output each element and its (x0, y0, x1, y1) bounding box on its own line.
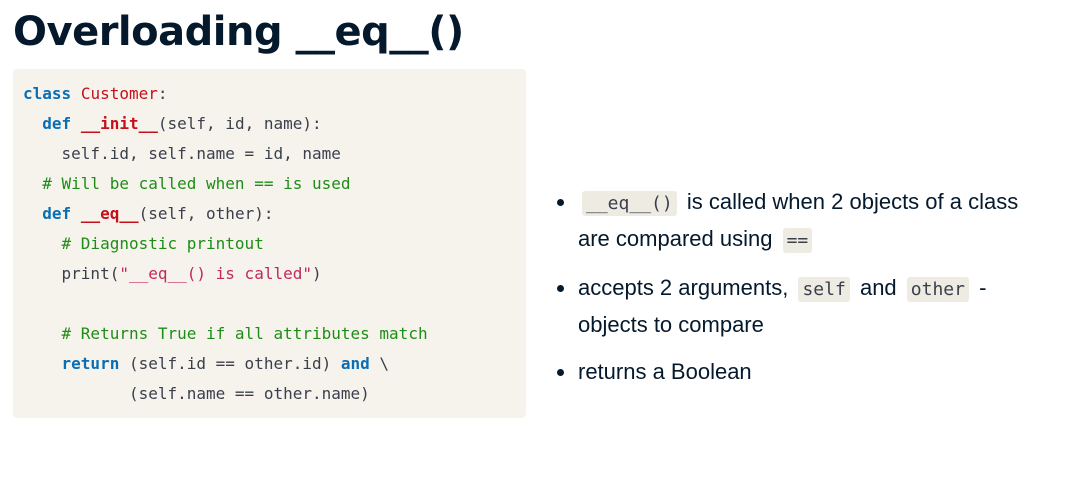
bullet-item-1: __eq__() is called when 2 objects of a c… (555, 184, 1055, 258)
code-text: \ (369, 354, 390, 373)
code-text: (self, id, name): (157, 114, 322, 133)
bullet-item-3: returns a Boolean (555, 354, 1055, 389)
code-function-name: __init__ (80, 114, 158, 133)
code-line-2: def __init__(self, id, name): (23, 109, 526, 139)
code-line-11: (self.name == other.name) (23, 379, 526, 409)
code-keyword: def (42, 204, 72, 223)
code-line-9: # Returns True if all attributes match (23, 319, 526, 349)
inline-code: self (798, 277, 850, 302)
code-line-1: class Customer: (23, 79, 526, 109)
code-text: ) (311, 264, 322, 283)
code-keyword: class (23, 84, 72, 103)
code-line-10: return (self.id == other.id) and \ (23, 349, 526, 379)
bullet-dot-icon (557, 285, 564, 292)
code-keyword: and (340, 354, 370, 373)
code-line-4: # Will be called when == is used (23, 169, 526, 199)
code-class-name: Customer (80, 84, 158, 103)
code-text: (self.name == other.name) (23, 384, 370, 403)
code-keyword: def (42, 114, 72, 133)
bullet-item-2: accepts 2 arguments, self and other - ob… (555, 270, 1055, 342)
slide: Overloading __eq__() class Customer: def… (0, 0, 1071, 478)
inline-code: __eq__() (582, 191, 677, 216)
bullet-dot-icon (557, 199, 564, 206)
code-text: (self.id == other.id) (119, 354, 341, 373)
code-text: (self, other): (138, 204, 274, 223)
bullet-dot-icon (557, 369, 564, 376)
inline-code: == (782, 228, 813, 253)
code-keyword: return (61, 354, 120, 373)
code-text: print( (23, 264, 120, 283)
code-text: : (157, 84, 168, 103)
code-line-3: self.id, self.name = id, name (23, 139, 526, 169)
slide-title: Overloading __eq__() (13, 9, 464, 55)
bullet-text: returns a Boolean (578, 359, 752, 384)
code-line-6: # Diagnostic printout (23, 229, 526, 259)
code-text: self.id, self.name = id, name (23, 144, 341, 163)
code-function-name: __eq__ (80, 204, 139, 223)
code-comment: # Returns True if all attributes match (61, 324, 428, 343)
code-comment: # Will be called when == is used (42, 174, 351, 193)
code-string: "__eq__() is called" (119, 264, 312, 283)
bullet-text: and (859, 275, 897, 300)
code-line-5: def __eq__(self, other): (23, 199, 526, 229)
code-line-7: print("__eq__() is called") (23, 259, 526, 289)
code-comment: # Diagnostic printout (61, 234, 264, 253)
bullet-list: __eq__() is called when 2 objects of a c… (555, 184, 1055, 401)
code-block: class Customer: def __init__(self, id, n… (13, 69, 526, 418)
bullet-text: accepts 2 arguments, (578, 275, 789, 300)
inline-code: other (906, 277, 969, 302)
